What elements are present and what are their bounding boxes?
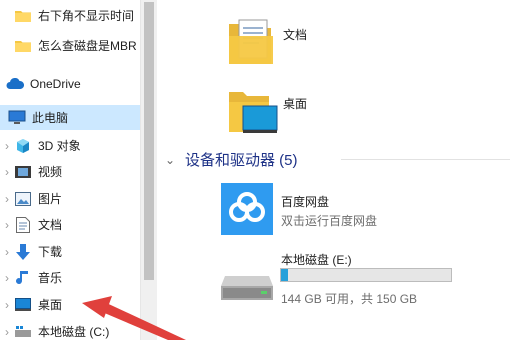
- annotation-arrow: [82, 296, 186, 340]
